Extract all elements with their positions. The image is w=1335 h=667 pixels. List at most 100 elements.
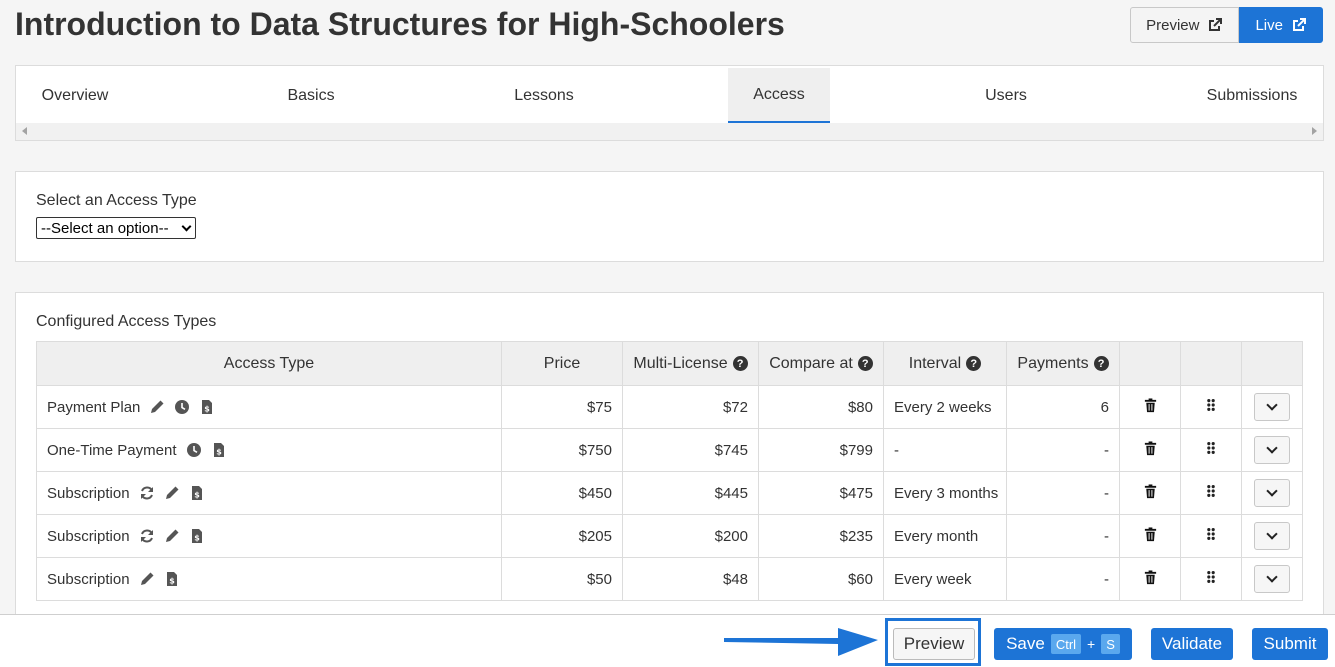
- access-type-name: One-Time Payment: [47, 441, 177, 459]
- invoice-icon: $: [189, 528, 205, 544]
- col-delete: [1119, 341, 1181, 386]
- access-type-picker: Select an Access Type --Select an option…: [15, 171, 1324, 262]
- chevron-down-icon: [1266, 528, 1278, 540]
- expand-button[interactable]: [1254, 522, 1290, 550]
- compare-at-cell: $60: [758, 557, 884, 601]
- compare-at-cell: $80: [758, 385, 884, 429]
- multi-license-cell: $48: [622, 557, 759, 601]
- live-button[interactable]: Live: [1239, 7, 1323, 43]
- access-type-label: Select an Access Type: [36, 192, 197, 209]
- compare-at-cell: $799: [758, 428, 884, 472]
- pencil-icon[interactable]: [139, 571, 155, 587]
- payments-cell: -: [1006, 428, 1120, 472]
- drag-handle-icon[interactable]: [1206, 527, 1216, 545]
- validate-button[interactable]: Validate: [1151, 628, 1233, 660]
- interval-cell: Every 3 months: [883, 471, 1007, 515]
- expand-cell: [1241, 471, 1303, 515]
- price-cell: $750: [501, 428, 623, 472]
- submit-button[interactable]: Submit: [1252, 628, 1328, 660]
- multi-license-cell: $745: [622, 428, 759, 472]
- clock-icon: [186, 442, 202, 458]
- drag-cell: [1180, 428, 1242, 472]
- tab-submissions[interactable]: Submissions: [1196, 68, 1308, 124]
- trash-icon[interactable]: [1143, 440, 1158, 460]
- help-icon[interactable]: ?: [966, 356, 982, 371]
- compare-at-cell: $475: [758, 471, 884, 515]
- table-header-row: Access Type Price Multi-License? Compare…: [36, 341, 1303, 386]
- invoice-icon: $: [199, 399, 215, 415]
- access-type-cell: Subscription $: [36, 514, 502, 558]
- invoice-icon: $: [189, 485, 205, 501]
- col-compare-at: Compare at?: [758, 341, 884, 386]
- save-button[interactable]: Save Ctrl + S: [994, 628, 1132, 660]
- header-preview-label: Preview: [1146, 16, 1200, 34]
- access-type-name: Subscription: [47, 484, 130, 502]
- tab-lessons[interactable]: Lessons: [499, 68, 589, 124]
- expand-cell: [1241, 557, 1303, 601]
- tab-users[interactable]: Users: [961, 68, 1051, 124]
- drag-handle-icon[interactable]: [1206, 570, 1216, 588]
- table-row: Payment Plan $ $75 $72 $80 Every 2 weeks 6: [36, 385, 1303, 429]
- tab-scrollbar[interactable]: [16, 123, 1323, 140]
- access-type-cell: Payment Plan $: [36, 385, 502, 429]
- delete-cell: [1119, 514, 1181, 558]
- drag-cell: [1180, 557, 1242, 601]
- save-label: Save: [1006, 634, 1045, 653]
- pencil-icon[interactable]: [164, 485, 180, 501]
- help-icon[interactable]: ?: [1093, 356, 1109, 371]
- drag-handle-icon[interactable]: [1206, 441, 1216, 459]
- invoice-icon: $: [164, 571, 180, 587]
- svg-text:$: $: [216, 448, 222, 457]
- expand-button[interactable]: [1254, 436, 1290, 464]
- tab-overview[interactable]: Overview: [30, 68, 120, 124]
- col-payments: Payments?: [1006, 341, 1120, 386]
- tab-access[interactable]: Access: [728, 68, 830, 124]
- drag-handle-icon[interactable]: [1206, 398, 1216, 416]
- action-bar: Preview Save Ctrl + S Validate Submit: [0, 614, 1335, 667]
- help-icon[interactable]: ?: [857, 356, 873, 371]
- access-type-name: Subscription: [47, 570, 130, 588]
- configured-access-types: Configured Access Types Access Type Pric…: [15, 292, 1324, 632]
- svg-text:$: $: [205, 405, 211, 414]
- payments-cell: 6: [1006, 385, 1120, 429]
- table-row: Subscription $ $450 $445 $475 Every 3 months -: [36, 471, 1303, 515]
- access-type-name: Subscription: [47, 527, 130, 545]
- drag-handle-icon[interactable]: [1206, 484, 1216, 502]
- header-preview-button[interactable]: Preview: [1130, 7, 1240, 43]
- access-type-select[interactable]: --Select an option--: [36, 217, 196, 239]
- scroll-left-icon[interactable]: [22, 127, 27, 135]
- access-type-cell: Subscription $: [36, 557, 502, 601]
- s-key: S: [1101, 634, 1120, 654]
- interval-cell: Every week: [883, 557, 1007, 601]
- trash-icon[interactable]: [1143, 483, 1158, 503]
- drag-cell: [1180, 514, 1242, 558]
- expand-cell: [1241, 514, 1303, 558]
- scroll-right-icon[interactable]: [1312, 127, 1317, 135]
- delete-cell: [1119, 557, 1181, 601]
- plus-sign: +: [1087, 636, 1096, 652]
- tab-row: Overview Basics Lessons Access Users Sub…: [16, 66, 1323, 124]
- multi-license-cell: $72: [622, 385, 759, 429]
- table-row: Subscription $ $50 $48 $60 Every week -: [36, 557, 1303, 601]
- pencil-icon[interactable]: [149, 399, 165, 415]
- chevron-down-icon: [1266, 442, 1278, 454]
- expand-button[interactable]: [1254, 565, 1290, 593]
- col-drag: [1180, 341, 1242, 386]
- pencil-icon[interactable]: [164, 528, 180, 544]
- delete-cell: [1119, 385, 1181, 429]
- top-actions: Preview Live: [1130, 7, 1323, 43]
- trash-icon[interactable]: [1143, 397, 1158, 417]
- interval-cell: -: [883, 428, 1007, 472]
- multi-license-cell: $200: [622, 514, 759, 558]
- tab-basics[interactable]: Basics: [266, 68, 356, 124]
- help-icon[interactable]: ?: [732, 356, 748, 371]
- trash-icon[interactable]: [1143, 569, 1158, 589]
- expand-cell: [1241, 385, 1303, 429]
- clock-icon: [174, 399, 190, 415]
- external-link-icon: [1209, 18, 1223, 31]
- expand-button[interactable]: [1254, 393, 1290, 421]
- expand-button[interactable]: [1254, 479, 1290, 507]
- trash-icon[interactable]: [1143, 526, 1158, 546]
- chevron-down-icon: [1266, 571, 1278, 583]
- ctrl-key: Ctrl: [1050, 634, 1082, 654]
